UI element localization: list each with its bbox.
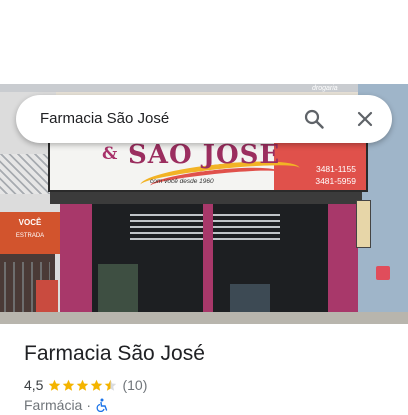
sign-phone-1: 3481-1155 <box>315 164 356 174</box>
left-shop-sign-text: VOCÊ <box>18 218 42 227</box>
star-icon <box>49 379 61 391</box>
left-shop-sign: VOCÊ ESTRADA <box>0 212 60 254</box>
sidewalk <box>0 312 408 324</box>
wheelchair-accessible-icon <box>95 398 109 413</box>
sign-phone-2: 3481-5959 <box>315 176 356 186</box>
sign-logo: & <box>102 144 118 164</box>
sign-store-name: SÃO JOSÉ <box>128 140 281 170</box>
rating-value: 4,5 <box>24 377 44 393</box>
pharmacy-sign: & SÃO JOSÉ com você desde 1960 3481-1155… <box>48 140 368 192</box>
star-icon <box>105 379 117 391</box>
search-bar[interactable]: Farmacia São José <box>16 95 392 143</box>
rating-row[interactable]: 4,5 (10) <box>24 376 147 394</box>
left-shop-sign-subtext: ESTRADA <box>15 233 45 239</box>
left-pillar <box>60 204 92 324</box>
star-icon <box>63 379 75 391</box>
rating-stars <box>48 379 117 392</box>
search-input[interactable]: Farmacia São José <box>40 110 169 127</box>
place-info-panel: Farmacia São José 4,5 (10) Farmácia · <box>0 324 408 413</box>
star-icon <box>91 379 103 391</box>
close-icon[interactable] <box>355 109 375 129</box>
sign-tagline: com você desde 1960 <box>150 178 214 185</box>
top-blank-area <box>0 0 408 84</box>
place-title: Farmacia São José <box>24 342 205 365</box>
facade-small-text: drogaria <box>312 85 338 92</box>
category-separator: · <box>86 397 92 413</box>
wall-outlet <box>376 266 390 280</box>
category-row: Farmácia · <box>24 397 109 413</box>
awning <box>50 192 362 204</box>
parking-pole-sign <box>356 200 371 248</box>
place-category: Farmácia <box>24 397 83 413</box>
search-icon[interactable] <box>304 109 324 129</box>
star-icon <box>77 379 89 391</box>
center-column <box>203 204 213 324</box>
right-pillar <box>328 204 358 324</box>
review-count[interactable]: (10) <box>122 377 147 393</box>
